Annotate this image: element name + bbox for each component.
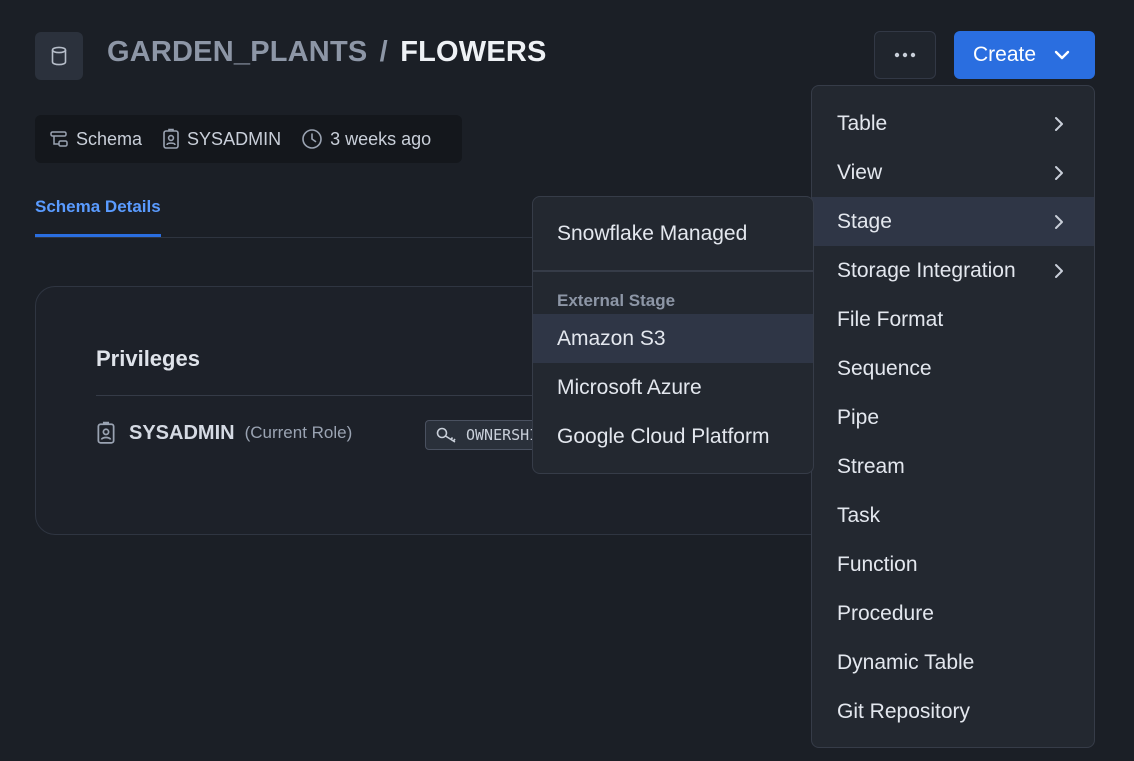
- menu-item-file-format[interactable]: File Format: [812, 295, 1094, 344]
- meta-type: Schema: [49, 129, 142, 150]
- create-button[interactable]: Create: [954, 31, 1095, 79]
- meta-type-label: Schema: [76, 128, 143, 149]
- breadcrumb-database[interactable]: GARDEN_PLANTS: [107, 36, 367, 68]
- meta-owner: SYSADMIN: [162, 128, 281, 150]
- ellipsis-icon: [894, 52, 916, 58]
- menu-item-label: View: [837, 160, 883, 184]
- create-button-label: Create: [973, 43, 1037, 66]
- menu-item-label: Stage: [837, 209, 892, 233]
- stage-submenu: Snowflake Managed External Stage Amazon …: [532, 196, 814, 474]
- submenu-item-google-cloud-platform[interactable]: Google Cloud Platform: [533, 412, 813, 461]
- menu-item-stream[interactable]: Stream: [812, 442, 1094, 491]
- menu-item-label: Function: [837, 552, 918, 576]
- submenu-group-external-stage: External Stage: [557, 291, 676, 310]
- menu-item-label: Procedure: [837, 601, 934, 625]
- tab-schema-details[interactable]: Schema Details: [35, 197, 161, 237]
- schema-icon: [50, 131, 68, 147]
- menu-item-function[interactable]: Function: [812, 540, 1094, 589]
- menu-item-label: Git Repository: [837, 699, 971, 723]
- menu-item-label: Pipe: [837, 405, 880, 429]
- privilege-role-name: SYSADMIN: [129, 421, 235, 444]
- role-icon: [163, 128, 179, 149]
- page-title: GARDEN_PLANTS / FLOWERS: [107, 36, 547, 69]
- menu-item-pipe[interactable]: Pipe: [812, 393, 1094, 442]
- key-icon: [436, 427, 456, 443]
- current-role-label: (Current Role): [244, 423, 353, 442]
- chevron-right-icon: [1055, 116, 1063, 131]
- tab-divider: [35, 237, 555, 238]
- menu-item-storage-integration[interactable]: Storage Integration: [812, 246, 1094, 295]
- menu-item-stage[interactable]: Stage: [812, 197, 1094, 246]
- menu-item-label: Dynamic Table: [837, 650, 975, 674]
- create-menu: Table View Stage Storage Integration Fil…: [811, 85, 1095, 748]
- clock-icon: [302, 129, 322, 149]
- database-icon: [35, 32, 83, 80]
- more-options-button[interactable]: [874, 31, 936, 79]
- menu-item-dynamic-table[interactable]: Dynamic Table: [812, 638, 1094, 687]
- menu-item-task[interactable]: Task: [812, 491, 1094, 540]
- meta-modified: 3 weeks ago: [301, 128, 431, 150]
- menu-item-view[interactable]: View: [812, 148, 1094, 197]
- chevron-right-icon: [1055, 165, 1063, 180]
- chevron-right-icon: [1055, 214, 1063, 229]
- menu-item-git-repository[interactable]: Git Repository: [812, 687, 1094, 736]
- meta-modified-label: 3 weeks ago: [330, 128, 432, 149]
- privileges-title: Privileges: [96, 346, 200, 371]
- menu-item-label: Sequence: [837, 356, 932, 380]
- menu-item-label: Storage Integration: [837, 258, 1016, 282]
- menu-item-table[interactable]: Table: [812, 99, 1094, 148]
- role-icon: [97, 421, 115, 444]
- breadcrumb-separator: /: [379, 36, 388, 68]
- submenu-item-microsoft-azure[interactable]: Microsoft Azure: [533, 363, 813, 412]
- submenu-item-snowflake-managed[interactable]: Snowflake Managed: [533, 209, 813, 258]
- privilege-row: SYSADMIN (Current Role): [96, 421, 352, 445]
- meta-owner-label: SYSADMIN: [187, 128, 282, 149]
- schema-metadata-bar: Schema SYSADMIN 3 weeks ago: [35, 115, 462, 163]
- menu-item-label: Stream: [837, 454, 905, 478]
- menu-item-label: File Format: [837, 307, 944, 331]
- menu-item-label: Table: [837, 111, 888, 135]
- menu-item-sequence[interactable]: Sequence: [812, 344, 1094, 393]
- chevron-down-icon: [1054, 50, 1070, 60]
- breadcrumb-schema: FLOWERS: [400, 36, 547, 68]
- submenu-item-amazon-s3[interactable]: Amazon S3: [533, 314, 813, 363]
- menu-item-label: Task: [837, 503, 881, 527]
- menu-item-procedure[interactable]: Procedure: [812, 589, 1094, 638]
- chevron-right-icon: [1055, 263, 1063, 278]
